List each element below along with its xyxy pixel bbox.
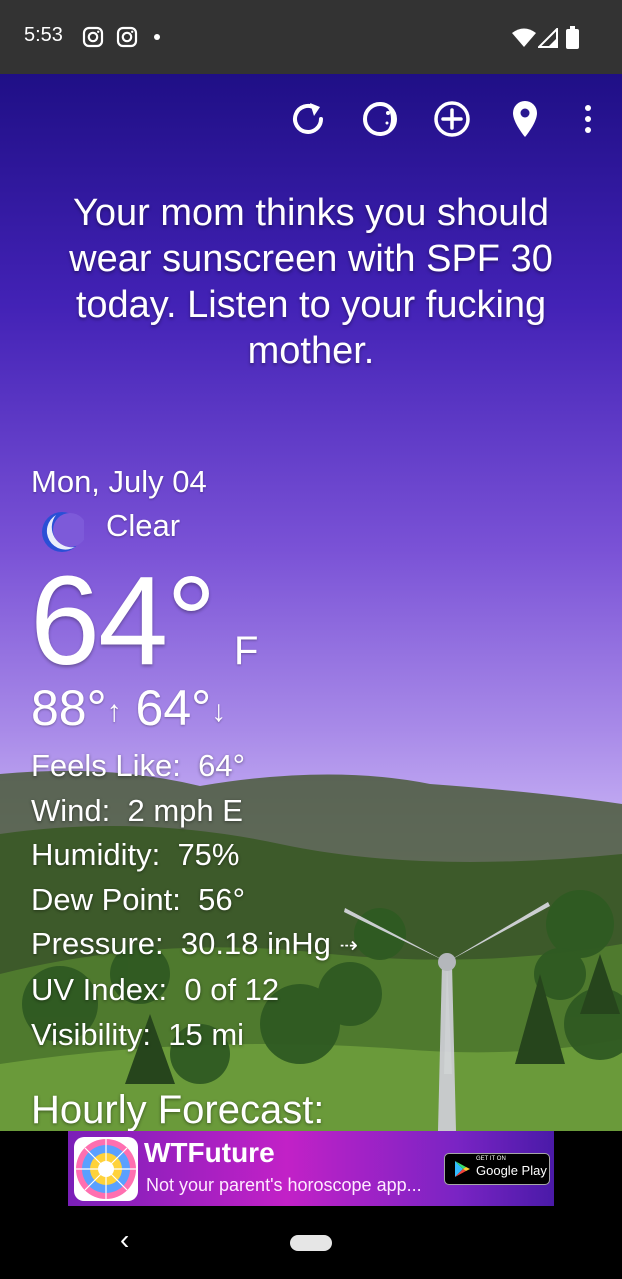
dot-icon	[154, 34, 160, 40]
weather-condition: Clear	[106, 508, 181, 543]
ad-title: WTFuture	[144, 1137, 275, 1168]
pressure-trend-icon: ⇢	[339, 932, 358, 958]
wifi-icon	[512, 28, 536, 47]
low-temperature: 64°	[135, 680, 212, 736]
detail-label: UV Index:	[31, 972, 168, 1008]
refresh-icon	[293, 103, 323, 134]
high-low-temperature: 88°↑ 64°↓	[31, 678, 226, 742]
detail-label: Pressure:	[31, 926, 164, 961]
detail-value: 56°	[198, 881, 246, 917]
refresh-button[interactable]	[285, 96, 331, 142]
detail-label: Humidity:	[31, 837, 161, 872]
detail-value: 30.18 inHg	[180, 926, 331, 961]
more-options-button[interactable]	[570, 96, 606, 142]
feels-like-row: Feels Like: 64°	[31, 744, 358, 789]
current-temperature: 64°	[30, 550, 217, 691]
detail-label: Dew Point:	[31, 881, 181, 917]
detail-value: 0 of 12	[184, 972, 280, 1008]
uv-index-row: UV Index: 0 of 12	[31, 968, 358, 1013]
google-play-badge[interactable]: GET IT ON Google Play	[444, 1153, 550, 1185]
status-bar: 5:53	[0, 0, 622, 74]
navigation-bar: ‹	[0, 1206, 622, 1279]
instagram-icon	[82, 26, 104, 48]
ad-subtitle: Not your parent's horoscope app...	[146, 1175, 422, 1195]
battery-icon	[566, 26, 579, 49]
more-vert-icon	[585, 105, 591, 133]
add-location-icon	[434, 101, 470, 137]
ad-banner[interactable]: WTFuture Not your parent's horoscope app…	[68, 1131, 554, 1206]
temperature-unit: F	[234, 629, 259, 673]
signal-icon	[538, 28, 558, 48]
daily-quote: Your mom thinks you should wear sunscree…	[69, 192, 553, 372]
humidity-row: Humidity: 75%	[31, 833, 358, 878]
zodiac-wheel-icon	[76, 1139, 136, 1199]
location-button[interactable]	[502, 96, 548, 142]
weather-screen: Your mom thinks you should wear sunscree…	[0, 74, 622, 1131]
location-pin-icon	[513, 101, 537, 137]
detail-label: Visibility:	[31, 1016, 152, 1052]
theme-button[interactable]	[357, 96, 403, 142]
back-button[interactable]: ‹	[120, 1224, 129, 1256]
home-button[interactable]	[290, 1235, 332, 1251]
dew-point-row: Dew Point: 56°	[31, 878, 358, 923]
detail-value: 15 mi	[168, 1016, 245, 1052]
high-temperature: 88°	[31, 680, 107, 736]
weather-details: Feels Like: 64° Wind: 2 mph E Humidity: …	[31, 744, 358, 1057]
add-location-button[interactable]	[429, 96, 475, 142]
detail-label: Feels Like:	[31, 748, 181, 783]
detail-label: Wind:	[31, 792, 111, 828]
google-play-icon	[455, 1161, 470, 1177]
instagram-icon	[116, 26, 138, 48]
theme-icon	[363, 102, 397, 136]
up-arrow-icon: ↑	[106, 694, 122, 728]
store-badge-text: Google Play	[476, 1163, 547, 1178]
visibility-row: Visibility: 15 mi	[31, 1013, 358, 1058]
detail-value: 2 mph E	[127, 792, 243, 828]
hourly-forecast-heading: Hourly Forecast:	[31, 1088, 325, 1131]
app-logo	[74, 1137, 138, 1201]
wind-row: Wind: 2 mph E	[31, 789, 358, 834]
detail-value: 64°	[198, 748, 246, 783]
detail-value: 75%	[177, 837, 240, 872]
down-arrow-icon: ↓	[211, 694, 227, 728]
status-time: 5:53	[24, 24, 63, 46]
pressure-row: Pressure: 30.18 inHg ⇢	[31, 922, 358, 968]
forecast-date: Mon, July 04	[31, 464, 207, 499]
store-badge-small-text: GET IT ON	[476, 1156, 506, 1162]
